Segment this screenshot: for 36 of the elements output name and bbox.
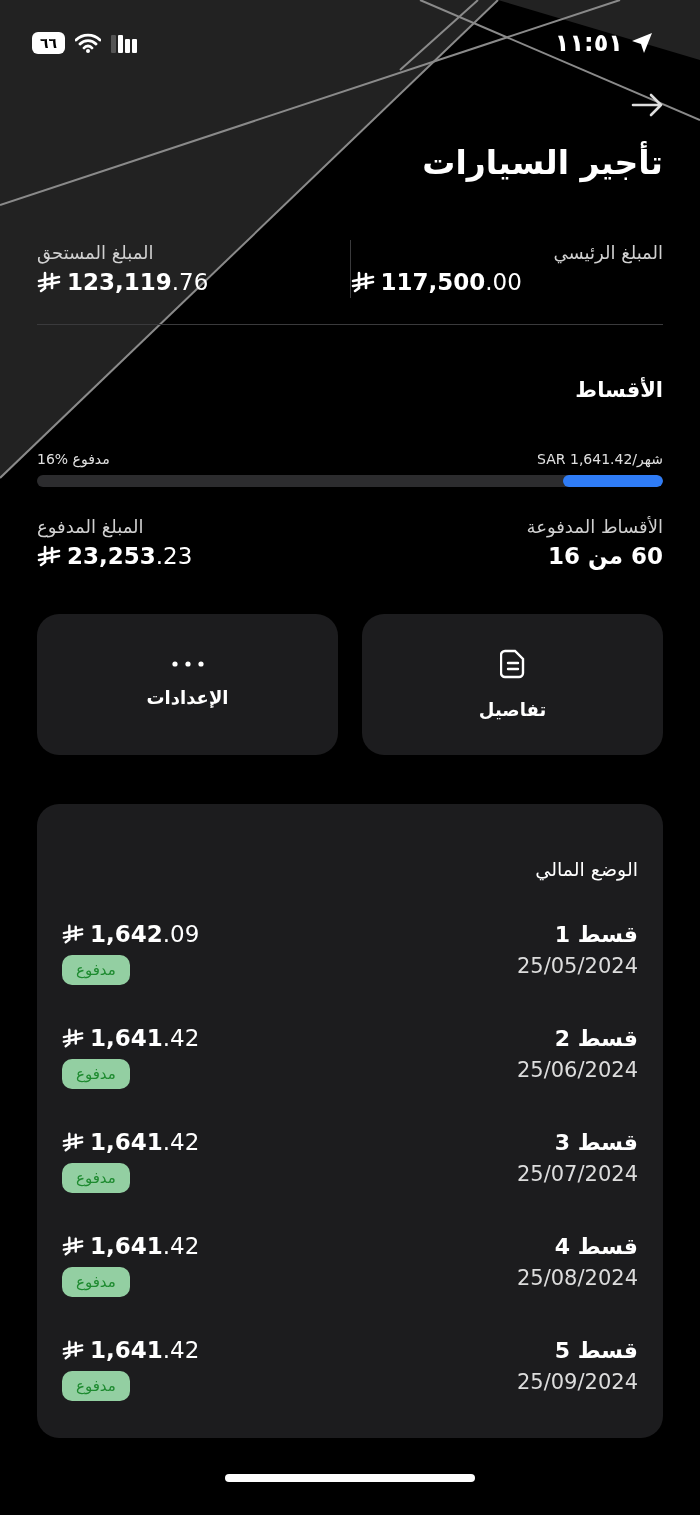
status-badge: مدفوع — [62, 1267, 130, 1297]
monthly-amount: SAR 1,641.42/شهر — [537, 450, 663, 469]
page-title: تأجير السيارات — [421, 140, 663, 185]
status-badge: مدفوع — [62, 955, 130, 985]
installment-date: 25/06/2024 — [516, 1057, 638, 1084]
installment-name: قسط 2 — [554, 1025, 638, 1053]
paid-percent: 16% مدفوع — [37, 450, 110, 469]
status-badge: مدفوع — [62, 1059, 130, 1089]
installment-date: 25/08/2024 — [516, 1265, 638, 1292]
amount-value: 117,500.00 — [380, 268, 522, 297]
stat-label: الأقساط المدفوعة — [526, 515, 663, 540]
stat-value: 60 من 16 — [547, 542, 663, 572]
installment-name: قسط 1 — [554, 921, 638, 949]
stat-label: المبلغ المدفوع — [37, 515, 144, 540]
installment-date: 25/07/2024 — [516, 1161, 638, 1188]
installment-date: 25/05/2024 — [516, 953, 638, 980]
action-card[interactable]: الإعدادات — [37, 614, 338, 755]
installment-date: 25/09/2024 — [516, 1369, 638, 1396]
installment-amount: 1,641.42 — [90, 1232, 200, 1261]
status-badge: مدفوع — [62, 1163, 130, 1193]
installment-amount: 1,642.09 — [90, 920, 200, 949]
installment-name: قسط 3 — [554, 1129, 638, 1157]
installment-amount: 1,641.42 — [90, 1024, 200, 1053]
status-badge: مدفوع — [62, 1371, 130, 1401]
section-heading: الأقساط — [574, 376, 663, 404]
stat-value: 23,253.23 — [67, 542, 193, 571]
action-card[interactable]: تفاصيل — [362, 614, 663, 755]
card-heading: الوضع المالي — [534, 857, 638, 883]
installment-amount: 1,641.42 — [90, 1336, 200, 1365]
installment-name: قسط 5 — [554, 1337, 638, 1365]
status-time: ١١:٥١ — [554, 28, 623, 57]
amount-label: المبلغ الرئيسي — [552, 241, 663, 266]
amount-value: 123,119.76 — [67, 268, 209, 297]
amount-label: المبلغ المستحق — [37, 241, 154, 266]
installment-name: قسط 4 — [554, 1233, 638, 1261]
installment-amount: 1,641.42 — [90, 1128, 200, 1157]
